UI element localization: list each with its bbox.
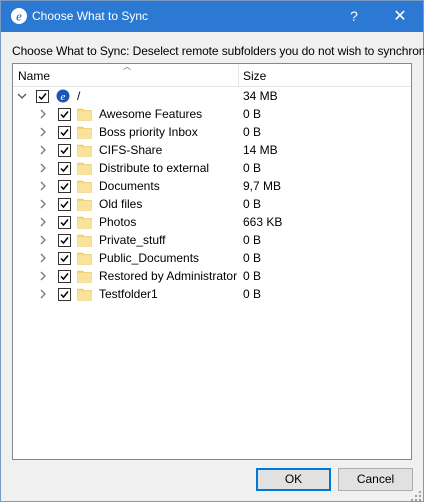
tree-row-label: Boss priority Inbox — [99, 125, 198, 139]
tree-row[interactable]: Photos 663 KB — [13, 213, 411, 231]
folder-checkbox[interactable] — [58, 162, 71, 175]
tree-row-size: 0 B — [243, 125, 262, 139]
svg-text:e: e — [61, 91, 66, 103]
tree-row-size: 0 B — [243, 197, 262, 211]
chevron-right-icon[interactable] — [38, 267, 48, 285]
chevron-right-icon[interactable] — [38, 195, 48, 213]
folder-tree[interactable]: ︿ Name Size e / 34 MB Awesome Features 0 … — [12, 62, 412, 460]
tree-row[interactable]: Old files 0 B — [13, 195, 411, 213]
column-header-size[interactable]: Size — [243, 69, 266, 83]
tree-row-size: 0 B — [243, 251, 262, 265]
folder-checkbox[interactable] — [58, 288, 71, 301]
folder-icon — [77, 288, 92, 301]
chevron-right-icon[interactable] — [38, 159, 48, 177]
folder-checkbox[interactable] — [58, 198, 71, 211]
chevron-right-icon[interactable] — [38, 285, 48, 303]
chevron-right-icon[interactable] — [38, 123, 48, 141]
folder-icon — [77, 162, 92, 175]
tree-row-label: Distribute to external — [99, 161, 210, 175]
folder-icon — [77, 144, 92, 157]
folder-checkbox[interactable] — [58, 252, 71, 265]
chevron-right-icon[interactable] — [38, 213, 48, 231]
title-bar[interactable]: e Choose What to Sync ? ✕ — [1, 1, 423, 32]
folder-checkbox[interactable] — [58, 180, 71, 193]
tree-row-label: Restored by Administrator — [99, 269, 238, 283]
instruction-text: Choose What to Sync: Deselect remote sub… — [12, 44, 424, 58]
tree-row-size: 0 B — [243, 107, 262, 121]
nextcloud-e-icon: e — [11, 8, 27, 24]
tree-row-size: 0 B — [243, 161, 262, 175]
cancel-button[interactable]: Cancel — [338, 468, 413, 491]
folder-icon — [77, 270, 92, 283]
tree-row[interactable]: Public_Documents 0 B — [13, 249, 411, 267]
tree-row[interactable]: Distribute to external 0 B — [13, 159, 411, 177]
resize-grip-icon[interactable] — [411, 491, 421, 501]
tree-row-size: 0 B — [243, 287, 262, 301]
tree-row-label: CIFS-Share — [99, 143, 163, 157]
tree-row-label: Photos — [99, 215, 137, 229]
tree-row-size: 0 B — [243, 269, 262, 283]
chevron-down-icon[interactable] — [17, 87, 27, 105]
folder-checkbox[interactable] — [58, 108, 71, 121]
tree-row-size: 34 MB — [243, 89, 278, 103]
tree-row-size: 663 KB — [243, 215, 283, 229]
folder-checkbox[interactable] — [58, 270, 71, 283]
root-checkbox[interactable] — [36, 90, 49, 103]
folder-checkbox[interactable] — [58, 144, 71, 157]
tree-row-label: Documents — [99, 179, 160, 193]
chevron-right-icon[interactable] — [38, 249, 48, 267]
column-header-name[interactable]: Name — [18, 69, 50, 83]
tree-row[interactable]: Documents 9,7 MB — [13, 177, 411, 195]
folder-checkbox[interactable] — [58, 216, 71, 229]
tree-row[interactable]: Restored by Administrator 0 B — [13, 267, 411, 285]
tree-header: ︿ Name Size — [13, 62, 411, 87]
tree-row-label: Awesome Features — [99, 107, 203, 121]
close-button[interactable]: ✕ — [377, 1, 423, 32]
tree-row-label: Testfolder1 — [99, 287, 158, 301]
window-title: Choose What to Sync — [32, 9, 149, 23]
help-button[interactable]: ? — [331, 1, 377, 32]
tree-row-size: 9,7 MB — [243, 179, 282, 193]
tree-row[interactable]: Boss priority Inbox 0 B — [13, 123, 411, 141]
folder-icon — [77, 252, 92, 265]
folder-icon — [77, 234, 92, 247]
chevron-right-icon[interactable] — [38, 231, 48, 249]
sort-arrow-icon: ︿ — [123, 62, 131, 71]
chevron-right-icon[interactable] — [38, 105, 48, 123]
svg-text:e: e — [16, 9, 22, 24]
tree-row-label: Public_Documents — [99, 251, 200, 265]
folder-icon — [77, 216, 92, 229]
tree-row-size: 14 MB — [243, 143, 278, 157]
folder-icon — [77, 198, 92, 211]
tree-row[interactable]: Testfolder1 0 B — [13, 285, 411, 303]
tree-row-label: Old files — [99, 197, 143, 211]
folder-icon — [77, 126, 92, 139]
tree-row-root[interactable]: e / 34 MB — [13, 87, 411, 105]
tree-row-size: 0 B — [243, 233, 262, 247]
folder-icon — [77, 180, 92, 193]
folder-checkbox[interactable] — [58, 234, 71, 247]
choose-what-to-sync-dialog: e Choose What to Sync ? ✕ Choose What to… — [0, 0, 424, 502]
folder-checkbox[interactable] — [58, 126, 71, 139]
nextcloud-e-icon: e — [55, 89, 70, 103]
ok-button[interactable]: OK — [256, 468, 331, 491]
tree-row[interactable]: CIFS-Share 14 MB — [13, 141, 411, 159]
folder-icon — [77, 108, 92, 121]
tree-row-label: Private_stuff — [99, 233, 166, 247]
column-separator[interactable] — [238, 64, 239, 86]
chevron-right-icon[interactable] — [38, 177, 48, 195]
tree-row[interactable]: Private_stuff 0 B — [13, 231, 411, 249]
tree-row[interactable]: Awesome Features 0 B — [13, 105, 411, 123]
tree-row-label: / — [77, 89, 81, 103]
chevron-right-icon[interactable] — [38, 141, 48, 159]
